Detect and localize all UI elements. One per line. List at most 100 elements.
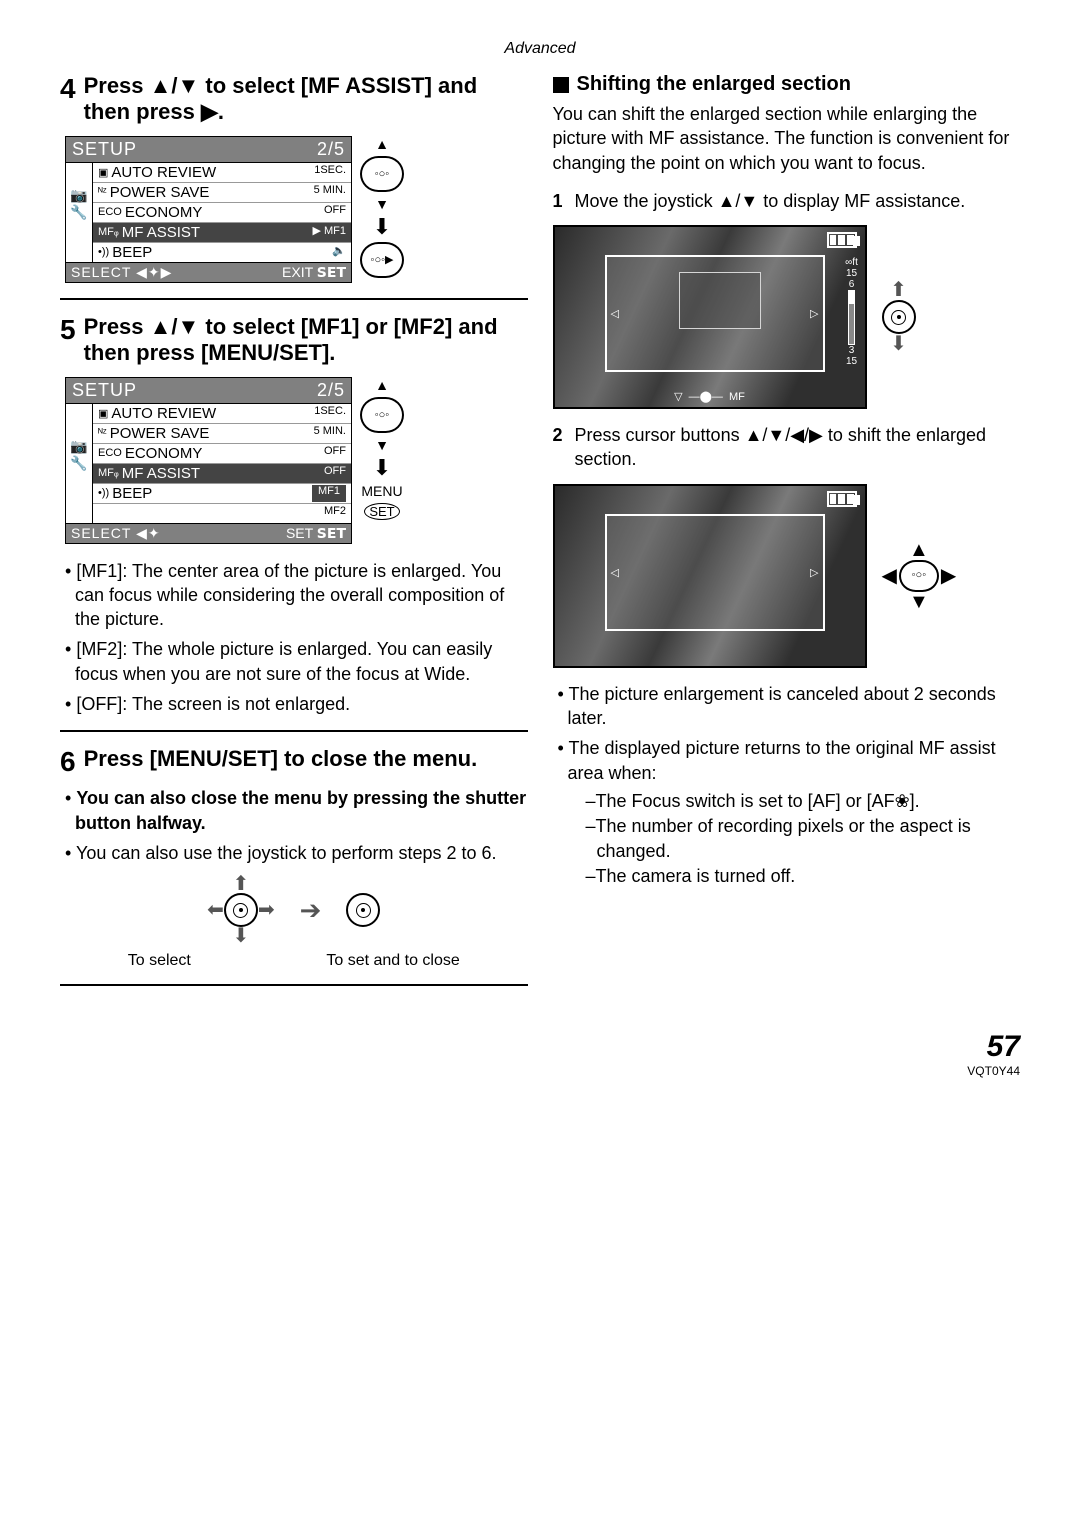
- val2-mf1: MF1: [312, 485, 346, 502]
- setup1-title: SETUP: [72, 139, 137, 160]
- joy-label-select: To select: [128, 952, 191, 970]
- dpad-icon-3: ◦○◦: [360, 397, 404, 433]
- left-column: 4 Press ▲/▼ to select [MF ASSIST] and th…: [60, 73, 528, 1000]
- label-power-save: POWER SAVE: [110, 184, 210, 201]
- page-footer: 57 VQT0Y44: [60, 1030, 1020, 1078]
- right-arrow-icon: ➔: [300, 895, 322, 926]
- label2-auto-review: AUTO REVIEW: [111, 405, 216, 422]
- scale-a: 15: [846, 268, 857, 279]
- dpad-icon-2: ◦○◦▶: [360, 242, 404, 278]
- icon-power-save: ᴺᶻ: [98, 186, 107, 198]
- setup1-side-icons: 📷🔧: [66, 163, 93, 262]
- step-4-number: 4: [60, 73, 76, 105]
- label-economy: ECONOMY: [125, 204, 203, 221]
- step-5: 5 Press ▲/▼ to select [MF1] or [MF2] and…: [60, 314, 528, 367]
- joystick-select: ⬆ ⬅ ➡ ⬇: [207, 875, 275, 945]
- step-6-number: 6: [60, 746, 76, 778]
- icon-beep: •)): [98, 246, 109, 258]
- val2-economy: OFF: [324, 445, 346, 462]
- val2-mf2: MF2: [324, 505, 346, 522]
- page-header: Advanced: [60, 40, 1020, 58]
- label-mf-assist: MF ASSIST: [122, 224, 200, 241]
- step-5-number: 5: [60, 314, 76, 346]
- val2-mf-assist-off: OFF: [324, 465, 346, 482]
- mf-preview-2: ◁▷ ▲ ◀◦○◦▶ ▼: [553, 484, 1021, 668]
- mf-preview-1: ◁▷ ∞ft 15 6 3 15 ▽ —⬤— MF ⬆ ⬇: [553, 225, 1021, 409]
- doc-code: VQT0Y44: [60, 1064, 1020, 1078]
- label2-beep: BEEP: [112, 485, 152, 502]
- setup2-footer-mid: SET 𝗦𝗘𝗧: [286, 525, 346, 542]
- square-bullet-icon: [553, 77, 569, 93]
- label-auto-review: AUTO REVIEW: [111, 164, 216, 181]
- menu-label: MENU: [361, 483, 402, 499]
- val-mf-assist: MF1: [324, 225, 346, 237]
- label2-economy: ECONOMY: [125, 445, 203, 462]
- post-note-2: The displayed picture returns to the ori…: [558, 736, 1021, 888]
- scale-top: ∞ft: [845, 257, 858, 268]
- setup2-page: 2/5: [317, 380, 345, 401]
- down-arrow-icon: ⬇: [373, 216, 391, 238]
- setup2-title: SETUP: [72, 380, 137, 401]
- icon2-auto-review: ▣: [98, 407, 108, 420]
- scale-d: 15: [846, 356, 857, 367]
- right-step-1-num: 1: [553, 189, 563, 213]
- close-note-plain: You can also use the joystick to perform…: [65, 841, 528, 865]
- camera-preview-2: ◁▷: [553, 484, 867, 668]
- cond-1: The Focus switch is set to [AF] or [AF❀]…: [586, 789, 1021, 813]
- val-economy: OFF: [324, 204, 346, 221]
- label2-mf-assist: MF ASSIST: [122, 465, 200, 482]
- setup-menu-2: SETUP 2/5 📷🔧 ▣AUTO REVIEW1SEC. ᴺᶻPOWER S…: [65, 377, 352, 544]
- setup1-footer-right: EXIT 𝗦𝗘𝗧: [282, 264, 346, 281]
- setup-menu-1: SETUP 2/5 📷🔧 ▣AUTO REVIEW1SEC. ᴺᶻPOWER S…: [65, 136, 352, 283]
- post-note-1: The picture enlargement is canceled abou…: [558, 682, 1021, 731]
- val-power-save: 5 MIN.: [314, 184, 346, 201]
- joystick-updown-icon: ⬆ ⬇: [882, 281, 916, 353]
- dpad-4way-icon: ▲ ◀◦○◦▶ ▼: [882, 541, 957, 611]
- icon2-mf-assist: MFᵩ: [98, 467, 119, 479]
- step-4-text: Press ▲/▼ to select [MF ASSIST] and then…: [84, 73, 478, 124]
- right-step-2-text: Press cursor buttons ▲/▼/◀/▶ to shift th…: [575, 423, 1020, 472]
- scale-c: 3: [849, 345, 855, 356]
- icon2-power-save: ᴺᶻ: [98, 427, 107, 439]
- post-shift-notes: The picture enlargement is canceled abou…: [553, 682, 1021, 888]
- dpad-icon: ◦○◦: [360, 156, 404, 192]
- close-note-bold: You can also close the menu by pressing …: [75, 788, 526, 832]
- mf-options-list: [MF1]: The center area of the picture is…: [60, 559, 528, 717]
- icon2-economy: ECO: [98, 447, 122, 459]
- off-desc: [OFF]: The screen is not enlarged.: [65, 692, 528, 716]
- right-step-2-num: 2: [553, 423, 563, 472]
- mf1-desc: [MF1]: The center area of the picture is…: [65, 559, 528, 632]
- mf2-desc: [MF2]: The whole picture is enlarged. Yo…: [65, 637, 528, 686]
- right-step-1-text: Move the joystick ▲/▼ to display MF assi…: [575, 189, 966, 213]
- label2-power-save: POWER SAVE: [110, 425, 210, 442]
- icon-mf-assist: MFᵩ: [98, 226, 119, 238]
- joystick-diagram: ⬆ ⬅ ➡ ⬇ ➔: [60, 875, 528, 945]
- step-6-text: Press [MENU/SET] to close the menu.: [84, 746, 478, 771]
- val-auto-review: 1SEC.: [314, 164, 346, 181]
- camera-preview-1: ◁▷ ∞ft 15 6 3 15 ▽ —⬤— MF: [553, 225, 867, 409]
- page-number: 57: [60, 1030, 1020, 1064]
- cond-3: The camera is turned off.: [586, 864, 1021, 888]
- val-beep: 🔈: [332, 244, 346, 261]
- setup2-controls: ▲ ◦○◦ ▼ ⬇ MENU SET: [360, 377, 404, 520]
- icon-auto-review: ▣: [98, 166, 108, 179]
- step-4: 4 Press ▲/▼ to select [MF ASSIST] and th…: [60, 73, 528, 126]
- close-menu-notes: You can also close the menu by pressing …: [60, 786, 528, 865]
- set-button-icon: SET: [364, 503, 399, 520]
- joy-label-set: To set and to close: [326, 952, 459, 970]
- icon2-beep: •)): [98, 487, 109, 499]
- reset-conditions: The Focus switch is set to [AF] or [AF❀]…: [568, 789, 1021, 888]
- setup2-side-icons: 📷🔧: [66, 404, 93, 523]
- cond-2: The number of recording pixels or the as…: [586, 814, 1021, 863]
- joystick-set: [346, 893, 380, 927]
- step-6: 6 Press [MENU/SET] to close the menu.: [60, 746, 528, 778]
- setup1-footer-left: SELECT ◀✦▶: [71, 264, 172, 281]
- setup2-footer-left: SELECT ◀✦: [71, 525, 161, 542]
- icon-economy: ECO: [98, 206, 122, 218]
- val2-power-save: 5 MIN.: [314, 425, 346, 442]
- setup1-controls: ▲ ◦○◦ ▼ ⬇ ◦○◦▶: [360, 136, 404, 278]
- down-arrow-icon-2: ⬇: [373, 457, 391, 479]
- label-beep: BEEP: [112, 244, 152, 261]
- shift-heading: Shifting the enlarged section: [577, 73, 851, 96]
- right-column: Shifting the enlarged section You can sh…: [553, 73, 1021, 1000]
